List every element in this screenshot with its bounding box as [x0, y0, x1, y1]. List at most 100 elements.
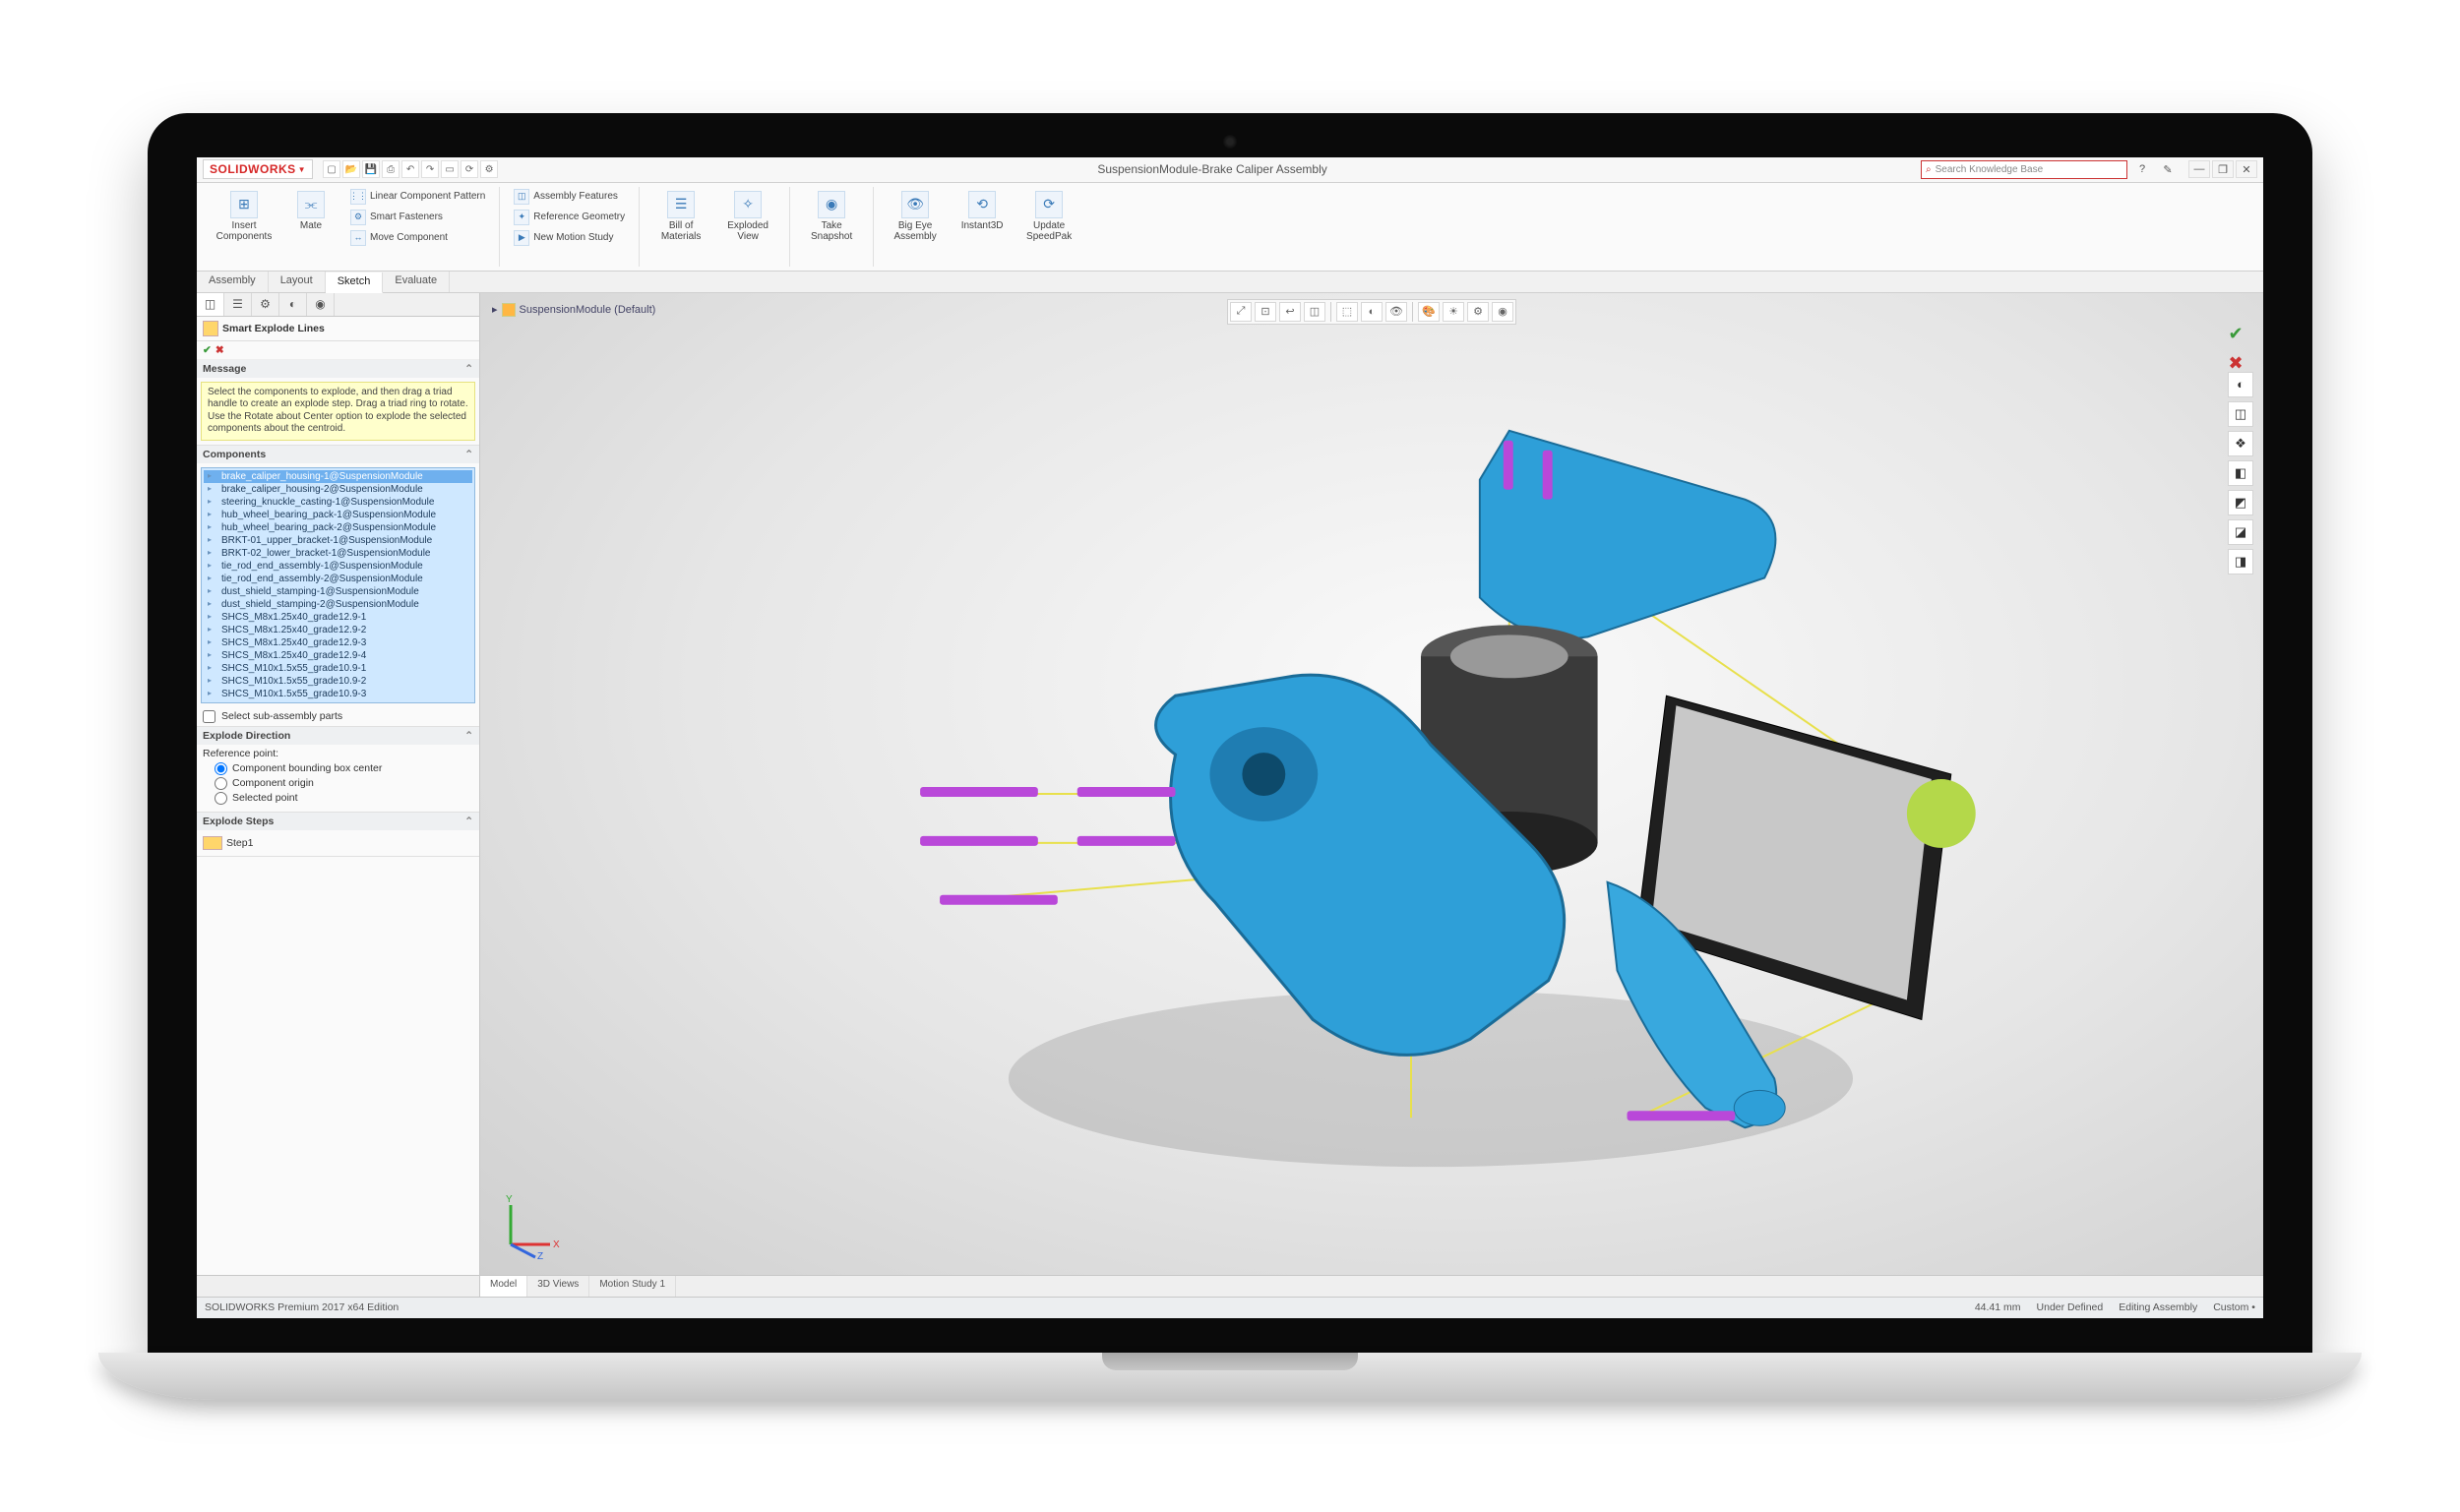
view-settings-icon[interactable]: ⚙	[1467, 302, 1489, 322]
explode-direction-header[interactable]: Explode Direction⌃	[197, 727, 479, 745]
qat-redo-icon[interactable]: ↷	[421, 160, 439, 178]
ribbon-group-render: ◉Take Snapshot	[790, 187, 874, 267]
qat-options-icon[interactable]: ⚙	[480, 160, 498, 178]
tab-layout[interactable]: Layout	[269, 272, 326, 292]
move-component-button[interactable]: ↔Move Component	[346, 228, 489, 248]
assembly-features-button[interactable]: ◫Assembly Features	[510, 187, 629, 207]
minimize-button[interactable]: —	[2188, 160, 2210, 178]
instant3d-button[interactable]: ⟲Instant3D	[951, 187, 1014, 235]
search-input[interactable]: ⌕ Search Knowledge Base	[1921, 160, 2127, 179]
select-subassembly-checkbox[interactable]	[203, 710, 215, 723]
radio-selected-point[interactable]: Selected point	[215, 791, 473, 806]
qat-select-icon[interactable]: ▭	[441, 160, 459, 178]
maximize-button[interactable]: ❐	[2212, 160, 2234, 178]
component-list-item[interactable]: brake_caliper_housing-2@SuspensionModule	[204, 483, 472, 496]
component-list-item[interactable]: BRKT-01_upper_bracket-1@SuspensionModule	[204, 534, 472, 547]
mate-button[interactable]: ⫘ Mate	[279, 187, 342, 235]
tab-motion-study[interactable]: Motion Study 1	[589, 1276, 676, 1297]
zoom-area-icon[interactable]: ⊡	[1255, 302, 1276, 322]
panel-tab-appearance[interactable]: ◉	[307, 293, 335, 316]
task-appearances-icon[interactable]: ◩	[2228, 490, 2253, 515]
previous-view-icon[interactable]: ↩	[1279, 302, 1301, 322]
section-view-icon[interactable]: ◫	[1304, 302, 1325, 322]
component-list-item[interactable]: SHCS_M10x1.5x55_grade10.9-1	[204, 662, 472, 675]
panel-tabs: ◫ ☰ ⚙ ◐ ◉	[197, 293, 479, 317]
tab-evaluate[interactable]: Evaluate	[383, 272, 450, 292]
linear-pattern-button[interactable]: ⋮⋮Linear Component Pattern	[346, 187, 489, 207]
bom-button[interactable]: ☰Bill of Materials	[649, 187, 712, 246]
panel-tab-feature[interactable]: ◫	[197, 293, 224, 316]
zoom-fit-icon[interactable]: ⤢	[1230, 302, 1252, 322]
exploded-view-button[interactable]: ✧Exploded View	[716, 187, 779, 246]
task-view-palette-icon[interactable]: ◧	[2228, 460, 2253, 486]
render-icon[interactable]: ◉	[1492, 302, 1513, 322]
panel-cancel-button[interactable]: ✖	[215, 344, 224, 356]
tab-assembly[interactable]: Assembly	[197, 272, 269, 292]
hide-show-icon[interactable]: 👁	[1385, 302, 1407, 322]
component-list-item[interactable]: dust_shield_stamping-1@SuspensionModule	[204, 585, 472, 598]
help-icon[interactable]: ?	[2133, 160, 2151, 178]
qat-open-icon[interactable]: 📂	[342, 160, 360, 178]
component-list-item[interactable]: hub_wheel_bearing_pack-2@SuspensionModul…	[204, 521, 472, 534]
component-list-item[interactable]: dust_shield_stamping-2@SuspensionModule	[204, 598, 472, 611]
orientation-triad[interactable]: X Y Z	[496, 1190, 565, 1259]
panel-ok-button[interactable]: ✔	[203, 344, 212, 356]
components-header[interactable]: Components⌃	[197, 446, 479, 463]
graphics-viewport[interactable]: ▸ SuspensionModule (Default) ⤢ ⊡ ↩ ◫ ⬚ ◐	[480, 293, 2263, 1275]
task-forum-icon[interactable]: ◨	[2228, 549, 2253, 575]
qat-rebuild-icon[interactable]: ⟳	[461, 160, 478, 178]
display-style-icon[interactable]: ◐	[1361, 302, 1383, 322]
view-orientation-icon[interactable]: ⬚	[1336, 302, 1358, 322]
qat-new-icon[interactable]: ▢	[323, 160, 340, 178]
component-list-item[interactable]: steering_knuckle_casting-1@SuspensionMod…	[204, 496, 472, 509]
task-design-library-icon[interactable]: ◫	[2228, 401, 2253, 427]
explode-step-item[interactable]: Step1	[203, 834, 473, 852]
component-list-item[interactable]: SHCS_M8x1.25x40_grade12.9-4	[204, 649, 472, 662]
message-header[interactable]: Message⌃	[197, 360, 479, 378]
components-listbox[interactable]: brake_caliper_housing-1@SuspensionModule…	[201, 467, 475, 703]
edit-appearance-icon[interactable]: 🎨	[1418, 302, 1440, 322]
qat-print-icon[interactable]: ⎙	[382, 160, 400, 178]
smart-fasteners-button[interactable]: ⚙Smart Fasteners	[346, 208, 489, 227]
apply-scene-icon[interactable]: ☀	[1443, 302, 1464, 322]
confirm-feature-button[interactable]: ✔	[2222, 323, 2249, 346]
settings-icon[interactable]: ✎	[2159, 160, 2177, 178]
task-resources-icon[interactable]: ◐	[2228, 372, 2253, 397]
mate-icon: ⫘	[297, 191, 325, 218]
update-speedpak-button[interactable]: ⟳Update SpeedPak	[1017, 187, 1080, 246]
qat-save-icon[interactable]: 💾	[362, 160, 380, 178]
panel-tab-property[interactable]: ☰	[224, 293, 252, 316]
laptop-base	[98, 1353, 2362, 1400]
component-list-item[interactable]: SHCS_M10x1.5x55_grade10.9-3	[204, 688, 472, 700]
task-custom-props-icon[interactable]: ◪	[2228, 519, 2253, 545]
task-file-explorer-icon[interactable]: ❖	[2228, 431, 2253, 456]
ribbon-group-tools: 👁Big Eye Assembly ⟲Instant3D ⟳Update Spe…	[874, 187, 1090, 267]
new-motion-study-button[interactable]: ▶New Motion Study	[510, 228, 629, 248]
component-list-item[interactable]: SHCS_M8x1.25x40_grade12.9-3	[204, 636, 472, 649]
snapshot-button[interactable]: ◉Take Snapshot	[800, 187, 863, 246]
component-list-item[interactable]: BRKT-02_lower_bracket-1@SuspensionModule	[204, 547, 472, 560]
close-button[interactable]: ✕	[2236, 160, 2257, 178]
component-list-item[interactable]: tie_rod_end_assembly-1@SuspensionModule	[204, 560, 472, 573]
app-logo[interactable]: SOLIDWORKS ▼	[203, 159, 313, 179]
feature-tree-flyout[interactable]: ▸ SuspensionModule (Default)	[492, 303, 655, 317]
panel-tab-display[interactable]: ◐	[279, 293, 307, 316]
radio-bbox-center[interactable]: Component bounding box center	[215, 761, 473, 776]
radio-component-origin[interactable]: Component origin	[215, 776, 473, 791]
component-list-item[interactable]: SHCS_M10x1.5x55_grade10.9-2	[204, 675, 472, 688]
qat-undo-icon[interactable]: ↶	[401, 160, 419, 178]
component-list-item[interactable]: tie_rod_end_assembly-2@SuspensionModule	[204, 573, 472, 585]
tab-sketch[interactable]: Sketch	[326, 272, 384, 293]
tab-3d-views[interactable]: 3D Views	[527, 1276, 589, 1297]
explode-steps-header[interactable]: Explode Steps⌃	[197, 813, 479, 830]
component-list-item[interactable]: brake_caliper_housing-1@SuspensionModule	[204, 470, 472, 483]
component-list-item[interactable]: SHCS_M8x1.25x40_grade12.9-2	[204, 624, 472, 636]
component-list-item[interactable]: SHCS_M8x1.25x40_grade12.9-1	[204, 611, 472, 624]
status-units[interactable]: Custom •	[2213, 1301, 2255, 1313]
panel-tab-config[interactable]: ⚙	[252, 293, 279, 316]
big-eye-button[interactable]: 👁Big Eye Assembly	[884, 187, 947, 246]
tab-model[interactable]: Model	[480, 1276, 527, 1297]
component-list-item[interactable]: hub_wheel_bearing_pack-1@SuspensionModul…	[204, 509, 472, 521]
reference-geometry-button[interactable]: ✦Reference Geometry	[510, 208, 629, 227]
insert-components-button[interactable]: ⊞ Insert Components	[213, 187, 276, 246]
